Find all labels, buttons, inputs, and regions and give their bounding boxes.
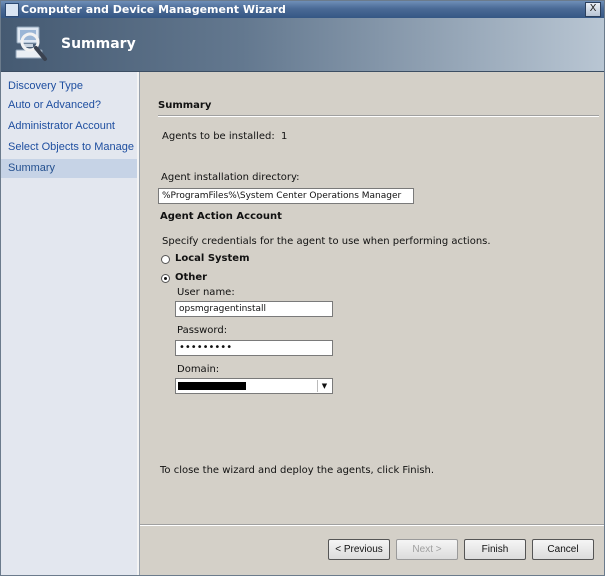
nav-item-auto-or-advanced[interactable]: Auto or Advanced?	[1, 96, 137, 115]
chevron-down-icon[interactable]: ▼	[317, 380, 331, 392]
nav-item-select-objects[interactable]: Select Objects to Manage	[1, 138, 137, 157]
other-label[interactable]: Other	[175, 272, 207, 283]
username-label: User name:	[177, 287, 235, 298]
redacted-domain	[178, 382, 246, 390]
window-title: Computer and Device Management Wizard	[21, 3, 286, 16]
next-button[interactable]: Next >	[396, 539, 458, 560]
username-field[interactable]: opsmgragentinstall	[175, 301, 333, 317]
install-dir-field[interactable]: %ProgramFiles%\System Center Operations …	[158, 188, 414, 204]
install-dir-label: Agent installation directory:	[161, 172, 300, 183]
cancel-button[interactable]: Cancel	[532, 539, 594, 560]
agents-value: 1	[281, 131, 288, 142]
wizard-nav: Discovery Type Auto or Advanced? Adminis…	[1, 72, 140, 575]
window-icon	[5, 3, 19, 17]
close-button[interactable]: X	[585, 2, 601, 17]
account-description: Specify credentials for the agent to use…	[162, 236, 491, 247]
button-divider	[140, 524, 604, 526]
finish-button[interactable]: Finish	[464, 539, 526, 560]
password-field[interactable]: •••••••••	[175, 340, 333, 356]
domain-dropdown[interactable]: ▼	[175, 378, 333, 394]
account-section-title: Agent Action Account	[160, 211, 282, 222]
magnifier-computer-icon	[15, 26, 47, 61]
wizard-header: Summary	[1, 18, 604, 72]
agents-label: Agents to be installed:	[162, 131, 275, 142]
nav-item-discovery-type[interactable]: Discovery Type	[1, 77, 137, 96]
previous-button[interactable]: < Previous	[328, 539, 390, 560]
nav-item-summary[interactable]: Summary	[1, 159, 137, 178]
wizard-window: Computer and Device Management Wizard X …	[0, 0, 605, 576]
nav-item-administrator-account[interactable]: Administrator Account	[1, 117, 137, 136]
footer-instruction: To close the wizard and deploy the agent…	[160, 465, 435, 476]
password-label: Password:	[177, 325, 228, 336]
local-system-label[interactable]: Local System	[175, 253, 249, 264]
title-bar[interactable]: Computer and Device Management Wizard X	[1, 1, 604, 18]
page-title: Summary	[61, 36, 136, 52]
wizard-content: Summary Agents to be installed: 1 Agent …	[140, 72, 604, 575]
summary-section-title: Summary	[158, 100, 212, 111]
section-divider	[158, 115, 599, 117]
other-radio[interactable]	[161, 274, 170, 283]
local-system-radio[interactable]	[161, 255, 170, 264]
domain-label: Domain:	[177, 364, 220, 375]
